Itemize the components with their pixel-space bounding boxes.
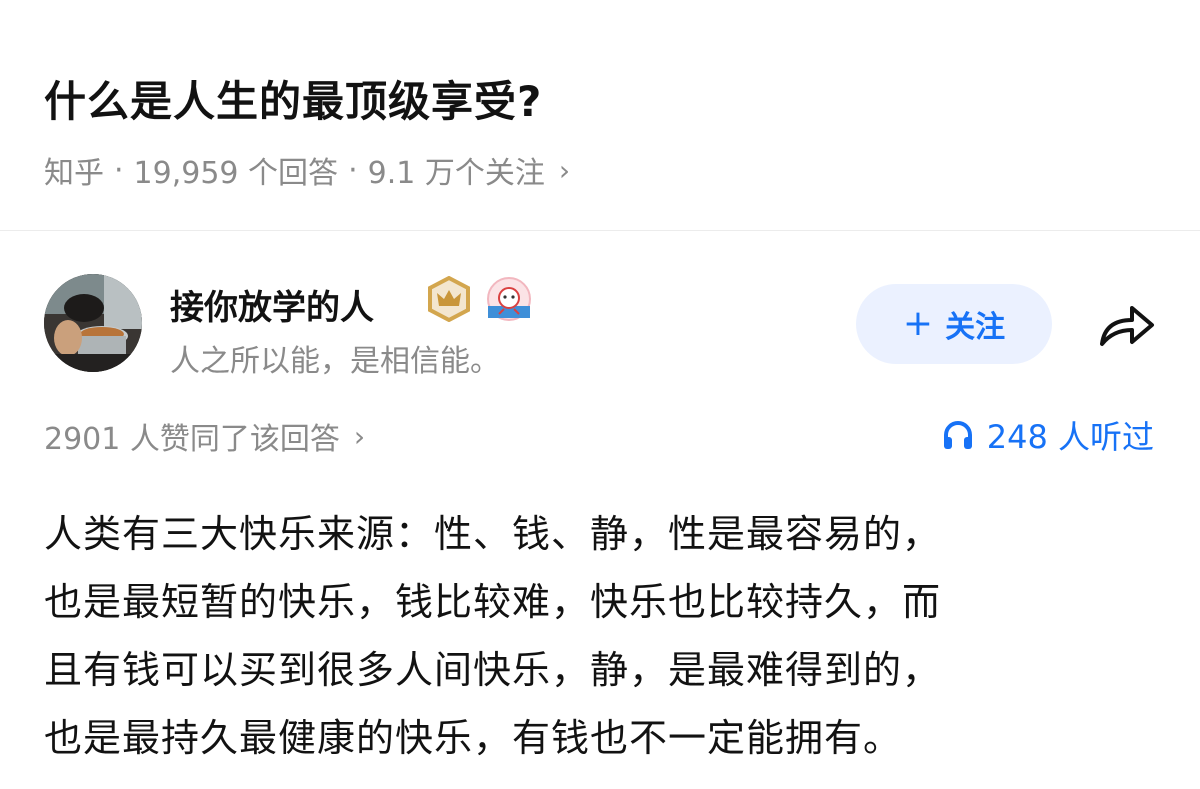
follow-button[interactable]: + 关注 bbox=[856, 284, 1052, 364]
question-title[interactable]: 什么是人生的最顶级享受? bbox=[44, 68, 542, 129]
divider bbox=[0, 230, 1200, 231]
headphones-icon bbox=[943, 421, 972, 449]
author-name[interactable]: 接你放学的人 bbox=[170, 280, 374, 329]
plus-icon: + bbox=[902, 303, 934, 344]
answer-line: 也是最短暂的快乐，钱比较难，快乐也比较持久，而 bbox=[44, 580, 942, 624]
share-icon[interactable] bbox=[1094, 300, 1158, 350]
answer-line: 人类有三大快乐来源：性、钱、静，性是最容易的， bbox=[44, 512, 942, 556]
source-label: 知乎 bbox=[44, 156, 104, 191]
crown-badge-icon[interactable] bbox=[426, 276, 472, 322]
answer-count: 19,959 个回答 bbox=[133, 156, 339, 191]
answer-line: 且有钱可以买到很多人间快乐，静，是最难得到的， bbox=[44, 648, 942, 692]
lion-badge-icon[interactable] bbox=[486, 276, 532, 322]
answer-line: 也是最持久最健康的快乐，有钱也不一定能拥有。 bbox=[44, 716, 903, 760]
chevron-right-icon: › bbox=[353, 419, 366, 453]
question-meta[interactable]: 知乎 · 19,959 个回答 · 9.1 万个关注 › bbox=[44, 148, 570, 192]
separator: · bbox=[114, 152, 124, 188]
author-bio: 人之所以能，是相信能。 bbox=[170, 344, 500, 379]
separator: · bbox=[348, 152, 358, 188]
follow-label: 关注 bbox=[945, 310, 1006, 345]
answer-content[interactable]: 人类有三大快乐来源：性、钱、静，性是最容易的， 也是最短暂的快乐，钱比较难，快乐… bbox=[44, 500, 1164, 772]
chevron-right-icon: › bbox=[558, 153, 571, 187]
answer-page: 什么是人生的最顶级享受? 知乎 · 19,959 个回答 · 9.1 万个关注 … bbox=[0, 0, 1200, 789]
upvote-text: 2901 人赞同了该回答 bbox=[44, 422, 340, 457]
upvote-count[interactable]: 2901 人赞同了该回答 › bbox=[44, 414, 365, 458]
avatar-photo bbox=[44, 274, 142, 372]
listen-count[interactable]: 248 人听过 bbox=[941, 412, 1154, 458]
follower-count: 9.1 万个关注 bbox=[367, 156, 545, 191]
listen-text: 248 人听过 bbox=[986, 418, 1154, 456]
avatar[interactable] bbox=[44, 274, 142, 372]
